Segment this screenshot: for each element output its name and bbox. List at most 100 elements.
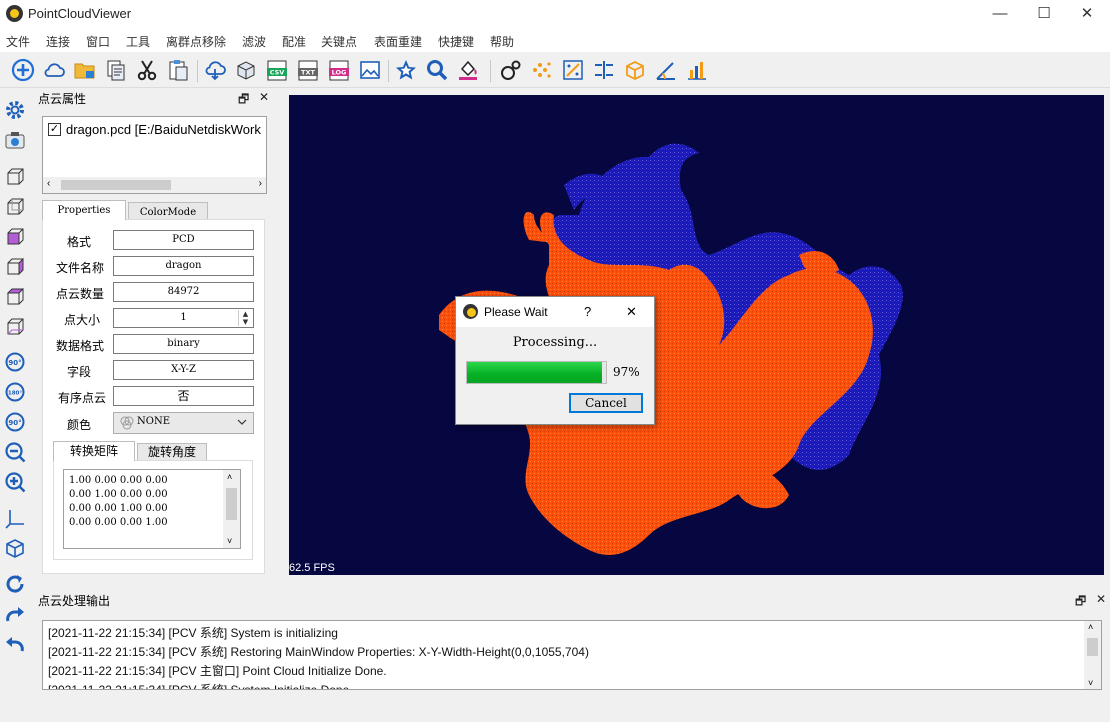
view-front-icon[interactable] bbox=[3, 164, 27, 188]
close-button[interactable]: ✕ bbox=[1064, 0, 1110, 28]
log-line: [2021-11-22 21:15:34] [PCV 主窗口] Point Cl… bbox=[48, 664, 387, 678]
point-cloud-viewport[interactable]: 62.5 FPS bbox=[289, 95, 1104, 575]
hscroll-thumb[interactable] bbox=[61, 180, 171, 190]
search-icon[interactable] bbox=[424, 57, 450, 83]
menu-help[interactable]: 帮助 bbox=[490, 33, 514, 50]
star-icon[interactable] bbox=[393, 57, 419, 83]
log-icon[interactable]: LOG bbox=[326, 57, 352, 83]
point-size-value[interactable]: 1 bbox=[180, 312, 186, 323]
title-bar: PointCloudViewer — ☐ ✕ bbox=[0, 0, 1110, 28]
output-close-button[interactable]: ✕ bbox=[1096, 592, 1106, 606]
redo-icon[interactable] bbox=[3, 602, 27, 626]
dialog-title: Please Wait bbox=[484, 305, 548, 319]
transform-matrix-textbox[interactable]: 1.00 0.00 0.00 0.00 0.00 1.00 0.00 0.00 … bbox=[63, 469, 241, 549]
minimize-button[interactable]: — bbox=[977, 0, 1023, 28]
scroll-up-icon[interactable]: ˄ bbox=[227, 472, 232, 482]
txt-icon[interactable]: TXT bbox=[295, 57, 321, 83]
menu-keypoints[interactable]: 关键点 bbox=[321, 33, 357, 50]
zoom-in-icon[interactable] bbox=[3, 470, 27, 494]
paste-icon[interactable] bbox=[165, 57, 191, 83]
paint-bucket-icon[interactable] bbox=[455, 57, 481, 83]
zoom-out-icon[interactable] bbox=[3, 440, 27, 464]
folder-icon[interactable] bbox=[72, 57, 98, 83]
maximize-button[interactable]: ☐ bbox=[1021, 0, 1067, 28]
cube-icon[interactable] bbox=[622, 57, 648, 83]
matrix-vscrollbar[interactable]: ˄ ˅ bbox=[223, 470, 240, 548]
tab-rotation-angle[interactable]: 旋转角度 bbox=[137, 443, 207, 461]
menu-connect[interactable]: 连接 bbox=[46, 33, 70, 50]
cloud-download-icon[interactable] bbox=[202, 57, 228, 83]
view-back-icon[interactable] bbox=[3, 194, 27, 218]
toolbar-separator bbox=[490, 60, 491, 82]
axes-icon[interactable] bbox=[3, 506, 27, 530]
box-export-icon[interactable] bbox=[233, 57, 259, 83]
menu-file[interactable]: 文件 bbox=[6, 33, 30, 50]
output-vscrollbar[interactable]: ˄ ˅ bbox=[1084, 621, 1101, 689]
log-line: [2021-11-22 21:15:34] [PCV 系统] System In… bbox=[48, 683, 353, 690]
point-cloud-file-list[interactable]: ✓ dragon.pcd [E:/BaiduNetdiskWork ‹ › bbox=[42, 116, 267, 194]
menu-filter[interactable]: 滤波 bbox=[242, 33, 266, 50]
dialog-close-button[interactable]: ✕ bbox=[626, 304, 637, 320]
tab-colormode[interactable]: ColorMode bbox=[128, 202, 208, 220]
camera-icon[interactable] bbox=[3, 128, 27, 152]
scroll-right-icon[interactable]: › bbox=[259, 178, 262, 189]
scissors-icon[interactable] bbox=[134, 57, 160, 83]
spin-down-icon[interactable]: ▼ bbox=[239, 318, 252, 326]
menu-outlier-removal[interactable]: 离群点移除 bbox=[166, 33, 226, 50]
file-list-hscrollbar[interactable]: ‹ › bbox=[43, 177, 266, 193]
refresh-icon[interactable] bbox=[3, 572, 27, 596]
spin-up-icon[interactable]: ▲ bbox=[239, 310, 252, 318]
copy-icon[interactable] bbox=[103, 57, 129, 83]
properties-close-button[interactable]: ✕ bbox=[259, 90, 269, 104]
properties-float-button[interactable]: 🗗 bbox=[238, 90, 249, 111]
dialog-help-button[interactable]: ? bbox=[584, 304, 591, 319]
menu-tools[interactable]: 工具 bbox=[126, 33, 150, 50]
toolbar-separator bbox=[197, 60, 198, 82]
menu-window[interactable]: 窗口 bbox=[86, 33, 110, 50]
scroll-up-icon[interactable]: ˄ bbox=[1088, 622, 1093, 632]
organized-value: 否 bbox=[113, 386, 254, 406]
menu-registration[interactable]: 配准 bbox=[282, 33, 306, 50]
output-float-button[interactable]: 🗗 bbox=[1075, 592, 1086, 613]
settings-icon[interactable] bbox=[3, 98, 27, 122]
tab-properties[interactable]: Properties bbox=[42, 200, 126, 220]
spin-arrows[interactable]: ▲ ▼ bbox=[238, 310, 252, 326]
txt-label: TXT bbox=[301, 69, 315, 77]
cloud-icon[interactable] bbox=[41, 57, 67, 83]
vscroll-thumb[interactable] bbox=[1087, 638, 1098, 656]
vscroll-thumb[interactable] bbox=[226, 488, 237, 520]
fps-counter: 62.5 FPS bbox=[289, 562, 335, 574]
point-size-label: 点大小 bbox=[63, 313, 100, 327]
dragon-point-cloud[interactable] bbox=[289, 95, 1104, 575]
scroll-down-icon[interactable]: ˅ bbox=[227, 536, 232, 546]
window-title: PointCloudViewer bbox=[28, 6, 132, 21]
file-visible-checkbox[interactable]: ✓ bbox=[48, 123, 61, 136]
color-value: NONE bbox=[137, 416, 170, 427]
cancel-button[interactable]: Cancel bbox=[569, 393, 643, 413]
menu-shortcuts[interactable]: 快捷键 bbox=[438, 33, 474, 50]
file-name-item[interactable]: dragon.pcd [E:/BaiduNetdiskWork bbox=[66, 122, 266, 137]
image-icon[interactable] bbox=[357, 57, 383, 83]
point-count-value: 84972 bbox=[113, 282, 254, 302]
color-combobox[interactable]: NONE bbox=[113, 412, 254, 434]
data-format-value: binary bbox=[113, 334, 254, 354]
axis-icon[interactable] bbox=[560, 57, 586, 83]
undo-icon[interactable] bbox=[3, 632, 27, 656]
angle-icon[interactable] bbox=[653, 57, 679, 83]
bar-chart-icon[interactable] bbox=[684, 57, 710, 83]
nodes-icon[interactable] bbox=[498, 57, 524, 83]
scroll-left-icon[interactable]: ‹ bbox=[47, 178, 50, 189]
split-icon[interactable] bbox=[591, 57, 617, 83]
tab-transform-matrix[interactable]: 转换矩阵 bbox=[53, 441, 135, 461]
output-log[interactable]: [2021-11-22 21:15:34] [PCV 系统] System is… bbox=[42, 620, 1102, 690]
dots-icon[interactable] bbox=[529, 57, 555, 83]
menu-surface-reconstruction[interactable]: 表面重建 bbox=[374, 33, 422, 50]
matrix-row: 0.00 0.00 1.00 0.00 bbox=[69, 503, 168, 514]
cube-iso-icon[interactable] bbox=[3, 536, 27, 560]
add-icon[interactable] bbox=[10, 57, 36, 83]
app-logo-icon bbox=[6, 5, 23, 22]
csv-icon[interactable]: CSV bbox=[264, 57, 290, 83]
chevron-down-icon[interactable] bbox=[236, 415, 248, 432]
scroll-down-icon[interactable]: ˅ bbox=[1088, 678, 1093, 688]
point-size-spinbox[interactable]: 1 ▲ ▼ bbox=[113, 308, 254, 328]
